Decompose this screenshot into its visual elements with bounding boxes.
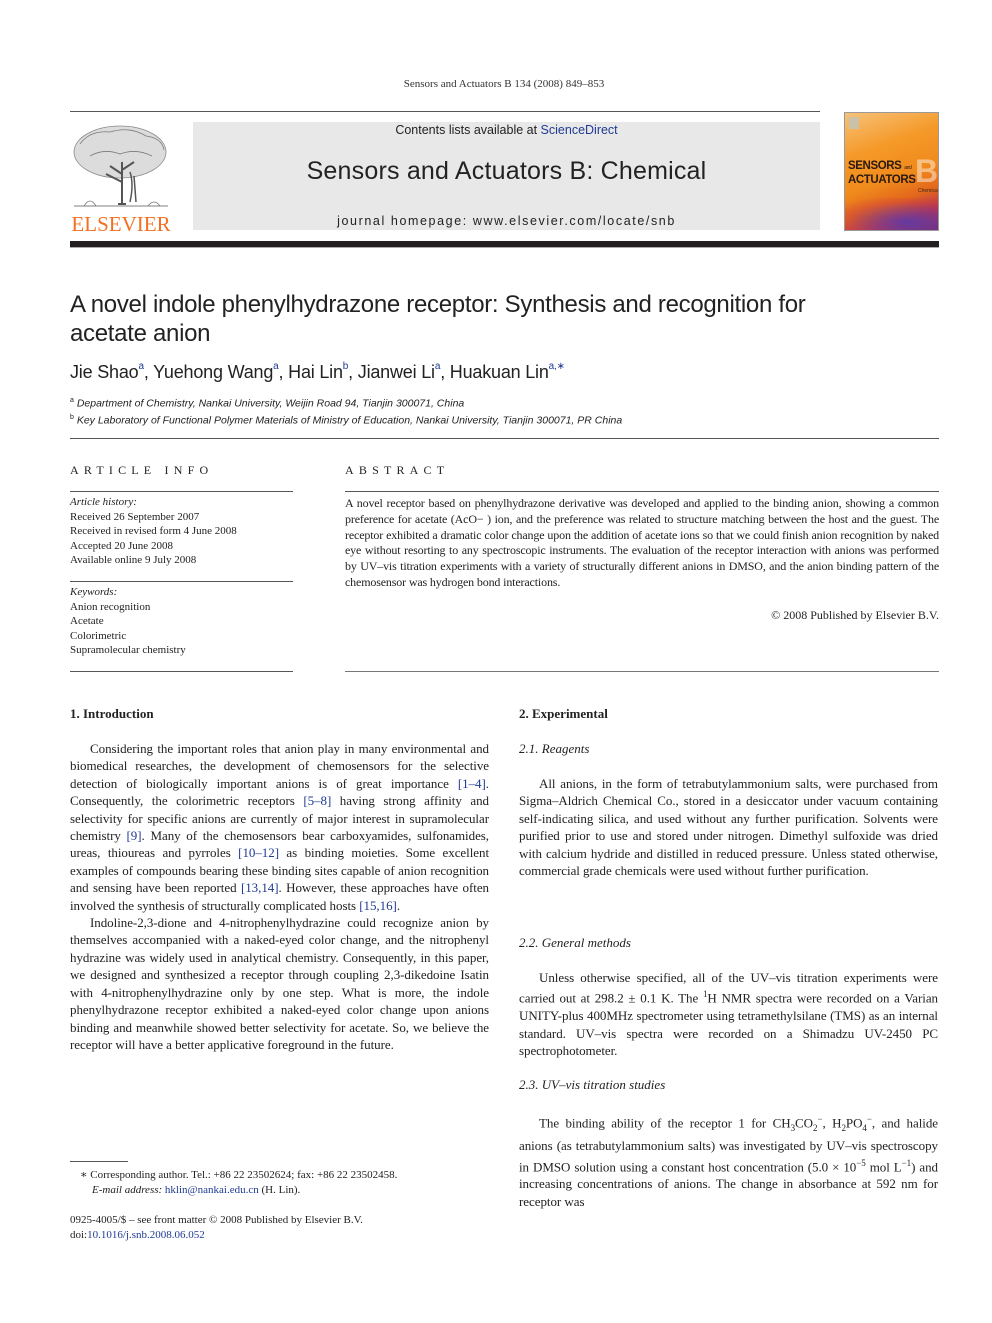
keyword: Acetate	[70, 615, 104, 627]
cover-title: SENSORS and ACTUATORS	[848, 160, 916, 186]
keywords: Keywords: Anion recognition Acetate Colo…	[70, 585, 186, 658]
abstract-text: A novel receptor based on phenylhydrazon…	[345, 496, 939, 589]
cover-line2: ACTUATORS	[848, 174, 916, 186]
footnote-rule	[70, 1161, 128, 1162]
keyword: Anion recognition	[70, 600, 151, 613]
history-item: Available online 9 July 2008	[70, 554, 197, 566]
cover-line1: SENSORS	[848, 160, 902, 172]
paragraph: The binding ability of the receptor 1 fo…	[519, 1114, 938, 1209]
journal-cover-image: B SENSORS and ACTUATORS Chemical	[844, 112, 939, 231]
abstract-heading: ABSTRACT	[345, 463, 450, 477]
author[interactable]: Yuehong Wanga	[153, 361, 279, 382]
contents-line: Contents lists available at ScienceDirec…	[193, 123, 820, 137]
keyword: Colorimetric	[70, 629, 127, 642]
citation-link[interactable]: [5–8]	[303, 793, 331, 808]
affiliation-a: a Department of Chemistry, Nankai Univer…	[70, 397, 465, 410]
paragraph: Considering the important roles that ani…	[70, 741, 490, 913]
subsection-heading-methods: 2.2. General methods	[519, 935, 631, 950]
author-list: Jie Shaoa, Yuehong Wanga, Hai Linb, Jian…	[70, 361, 565, 382]
cover-letter: B	[915, 153, 939, 189]
history-item: Received in revised form 4 June 2008	[70, 525, 237, 537]
journal-title: Sensors and Actuators B: Chemical	[306, 157, 707, 185]
issn-line: 0925-4005/$ – see front matter © 2008 Pu…	[70, 1214, 363, 1226]
doi-line: doi:10.1016/j.snb.2008.06.052	[70, 1229, 205, 1241]
corresponding-footnote: ∗ Corresponding author. Tel.: +86 22 235…	[80, 1168, 397, 1198]
email-link[interactable]: hklin@nankai.edu.cn	[165, 1184, 259, 1196]
elsevier-wordmark: ELSEVIER	[71, 212, 171, 236]
citation-link[interactable]: [9]	[127, 828, 142, 843]
doi-link[interactable]: 10.1016/j.snb.2008.06.052	[87, 1229, 205, 1241]
keywords-label: Keywords:	[70, 586, 118, 598]
citation-link[interactable]: [15,16]	[359, 898, 397, 913]
affiliation-b: b Key Laboratory of Functional Polymer M…	[70, 414, 623, 427]
paragraph: Unless otherwise specified, all of the U…	[519, 970, 938, 1058]
author[interactable]: Jianwei Lia	[358, 361, 441, 382]
citation-link[interactable]: [10–12]	[238, 845, 279, 860]
uvvis-body: The binding ability of the receptor 1 fo…	[519, 1111, 938, 1210]
section-heading-experimental: 2. Experimental	[519, 706, 608, 721]
abstract-copyright: © 2008 Published by Elsevier B.V.	[771, 608, 939, 622]
cover-elsevier-badge-icon	[849, 117, 859, 129]
email-label: E-mail address:	[92, 1184, 163, 1196]
article-history: Article history: Received 26 September 2…	[70, 495, 237, 568]
email-line: E-mail address: hklin@nankai.edu.cn (H. …	[92, 1184, 301, 1196]
running-head: Sensors and Actuators B 134 (2008) 849–8…	[403, 78, 605, 90]
abstract-rule	[345, 671, 939, 672]
info-rule	[70, 581, 293, 582]
keyword: Supramolecular chemistry	[70, 644, 186, 656]
cover-and: and	[904, 165, 912, 171]
title-rule	[70, 438, 939, 439]
info-rule	[70, 491, 293, 492]
info-rule	[70, 671, 293, 672]
subsection-heading-uvvis: 2.3. UV–vis titration studies	[519, 1077, 666, 1092]
corresponding-author-note: ∗ Corresponding author. Tel.: +86 22 235…	[80, 1169, 398, 1181]
cover-subtitle: Chemical	[918, 188, 939, 194]
paragraph: Indoline-2,3-dione and 4-nitrophenylhydr…	[70, 915, 489, 1052]
front-matter: 0925-4005/$ – see front matter © 2008 Pu…	[70, 1213, 363, 1243]
reagents-body: All anions, in the form of tetrabutylamm…	[519, 775, 938, 879]
affiliations: a Department of Chemistry, Nankai Univer…	[70, 394, 622, 428]
abstract-rule	[345, 491, 939, 492]
contents-prefix: Contents lists available at	[395, 123, 541, 137]
citation-link[interactable]: [1–4]	[458, 776, 486, 791]
header-rule	[70, 111, 820, 112]
citation-link[interactable]: [13,14]	[241, 880, 279, 895]
sciencedirect-link[interactable]: ScienceDirect	[541, 123, 618, 137]
journal-homepage-link[interactable]: journal homepage: www.elsevier.com/locat…	[193, 214, 820, 228]
section-heading-introduction: 1. Introduction	[70, 706, 154, 721]
paragraph: All anions, in the form of tetrabutylamm…	[519, 776, 938, 879]
methods-body: Unless otherwise specified, all of the U…	[519, 969, 938, 1059]
article-title: A novel indole phenylhydrazone receptor:…	[70, 291, 806, 347]
tree-icon	[73, 125, 168, 207]
author[interactable]: Jie Shaoa	[70, 361, 144, 382]
masthead-thin-rule	[70, 247, 939, 248]
author[interactable]: Hai Linb	[288, 361, 348, 382]
author-corresponding[interactable]: Huakuan Lina,∗	[450, 361, 565, 382]
subsection-heading-reagents: 2.1. Reagents	[519, 741, 590, 756]
history-label: Article history:	[70, 496, 137, 508]
history-item: Accepted 20 June 2008	[70, 539, 173, 552]
cover-artwork	[845, 198, 938, 230]
history-item: Received 26 September 2007	[70, 510, 200, 523]
introduction-body: Considering the important roles that ani…	[70, 740, 489, 1053]
article-info-heading: ARTICLE INFO	[70, 463, 214, 477]
